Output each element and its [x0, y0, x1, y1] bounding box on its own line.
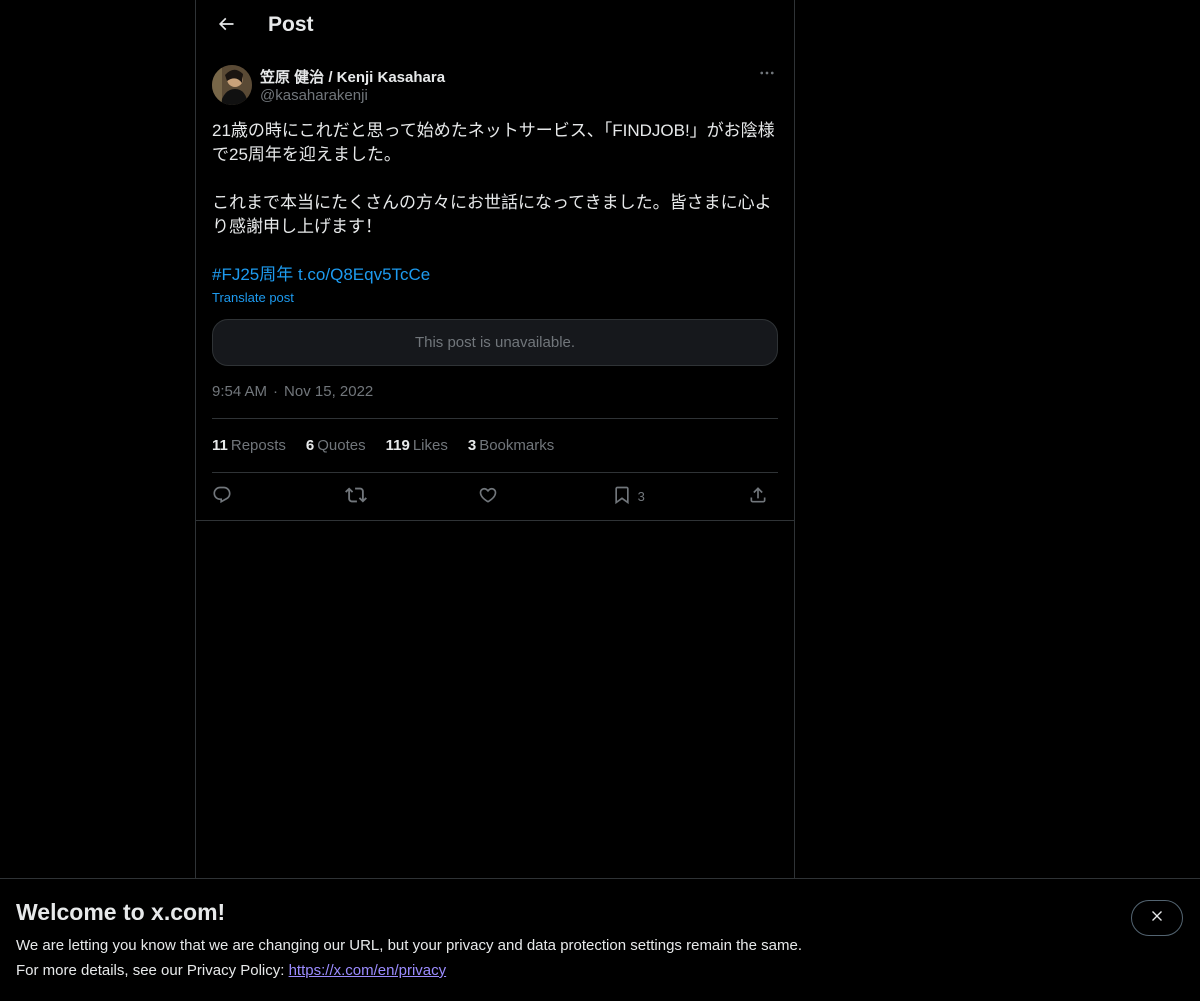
unavailable-text: This post is unavailable. — [414, 334, 576, 351]
reply-button[interactable] — [212, 485, 242, 508]
like-button[interactable] — [478, 485, 508, 508]
unavailable-quote: This post is unavailable. — [212, 319, 778, 366]
banner-title: Welcome to x.com! — [16, 899, 226, 925]
likes-label: Likes — [412, 437, 448, 454]
url-link[interactable]: t.co/Q8Eqv5TcCe — [298, 265, 430, 284]
close-banner-button[interactable] — [1131, 900, 1183, 936]
reposts-stat[interactable]: 11 Reposts — [212, 437, 286, 454]
repost-button[interactable] — [345, 484, 375, 509]
author-handle[interactable]: @kasaharakenji — [260, 87, 368, 104]
action-bar: 3 — [212, 473, 778, 520]
bookmarks-label: Bookmarks — [479, 437, 555, 454]
header: Post — [196, 0, 794, 53]
share-icon — [748, 485, 768, 508]
bookmark-button[interactable]: 3 — [612, 485, 645, 508]
author-name[interactable]: 笠原 健治 / Kenji Kasahara — [260, 66, 445, 87]
likes-count: 119 — [385, 437, 410, 454]
bookmarks-stat[interactable]: 3 Bookmarks — [468, 437, 554, 454]
bookmark-icon — [612, 485, 632, 508]
reposts-label: Reposts — [230, 437, 286, 454]
quotes-stat[interactable]: 6 Quotes — [306, 437, 366, 454]
main-column: Post 笠原 健治 / Kenji Kasahara @kasaharaken… — [195, 0, 795, 1000]
separator: · — [273, 383, 279, 400]
more-icon — [758, 64, 776, 87]
stats-row: 11 Reposts 6 Quotes 119 Likes 3 Bookmarks — [212, 419, 778, 472]
back-button[interactable] — [208, 8, 244, 44]
likes-stat[interactable]: 119 Likes — [386, 437, 448, 454]
post: 笠原 健治 / Kenji Kasahara @kasaharakenji 21… — [212, 53, 778, 505]
bookmark-count: 3 — [637, 489, 645, 504]
hashtag-link[interactable]: #FJ25周年 — [212, 265, 293, 284]
repost-icon — [345, 484, 368, 509]
timestamp: 9:54 AM · Nov 15, 2022 — [212, 383, 373, 400]
welcome-banner: Welcome to x.com! We are letting you kno… — [0, 878, 1200, 1001]
reposts-count: 11 — [212, 437, 228, 454]
post-body: 21歳の時にこれだと思って始めたネットサービス、「FINDJOB!」がお陰様で2… — [212, 121, 775, 236]
arrow-left-icon — [216, 14, 236, 39]
translate-post-link[interactable]: Translate post — [212, 290, 294, 305]
author-row: 笠原 健治 / Kenji Kasahara @kasaharakenji — [212, 64, 778, 116]
divider — [196, 520, 794, 521]
post-text: 21歳の時にこれだと思って始めたネットサービス、「FINDJOB!」がお陰様で2… — [212, 119, 778, 287]
reply-icon — [212, 485, 232, 508]
privacy-policy-link[interactable]: https://x.com/en/privacy — [289, 962, 447, 979]
post-date[interactable]: Nov 15, 2022 — [284, 383, 373, 400]
heart-icon — [478, 485, 498, 508]
banner-privacy-line: For more details, see our Privacy Policy… — [16, 962, 446, 979]
bookmarks-count: 3 — [467, 437, 477, 454]
more-options-button[interactable] — [756, 64, 778, 86]
page-title: Post — [268, 13, 314, 36]
banner-privacy-prefix: For more details, see our Privacy Policy… — [16, 962, 289, 979]
quotes-count: 6 — [305, 437, 315, 454]
post-time[interactable]: 9:54 AM — [212, 383, 267, 400]
close-icon — [1149, 908, 1165, 929]
share-button[interactable] — [748, 485, 778, 508]
avatar[interactable] — [212, 65, 252, 105]
banner-message: We are letting you know that we are chan… — [16, 937, 802, 954]
quotes-label: Quotes — [317, 437, 366, 454]
